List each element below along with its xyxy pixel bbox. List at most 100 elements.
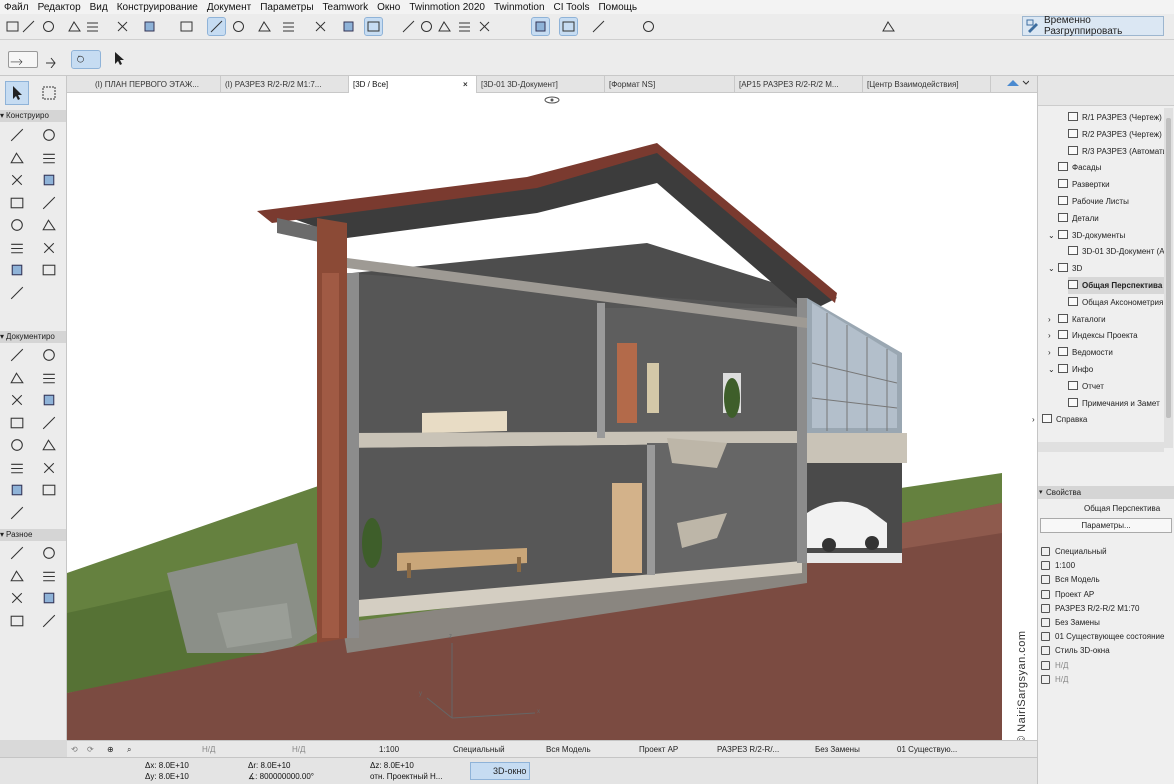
section-marker-icon[interactable] [38,434,60,456]
pick-up-icon[interactable] [40,18,57,35]
redo-icon[interactable] [20,18,37,35]
navigator-item[interactable]: Индексы Проекта [1058,327,1164,344]
menu-item-10[interactable]: CI Tools [554,2,590,13]
level-dimension-icon[interactable] [38,344,60,366]
zone-icon[interactable] [38,259,60,281]
dimension-icon[interactable] [6,344,28,366]
guide-icon[interactable] [256,18,273,35]
zoom-in-icon[interactable]: ⊕ [107,741,114,758]
object-icon[interactable] [6,259,28,281]
arrange-icon[interactable] [280,18,297,35]
elevate-icon[interactable] [456,18,473,35]
rotate-icon[interactable] [418,18,435,35]
hotspot-icon[interactable] [38,587,60,609]
inject-icon[interactable] [66,18,83,35]
status-renovation[interactable]: 01 Существую... [897,741,957,758]
stair-icon[interactable] [6,192,28,214]
measure-icon[interactable] [38,610,60,632]
navigator-item[interactable]: 3D-01 3D-Документ (А [1068,243,1164,260]
property-row[interactable]: 01 Существующее состояние [1038,630,1174,644]
navigator-item[interactable]: Фасады [1058,159,1164,176]
shell-icon[interactable] [6,214,28,236]
tree-toggle-icon[interactable]: ⌄ [1048,227,1056,244]
door-icon[interactable] [6,169,28,191]
detail-icon[interactable] [38,479,60,501]
arrow-tool-icon[interactable] [8,51,38,68]
navigator-item[interactable]: 3D-документы [1058,227,1164,244]
tree-toggle-icon[interactable]: ⌄ [1048,361,1056,378]
column-icon[interactable] [38,124,60,146]
navigator-hscrollbar[interactable] [1038,442,1164,452]
trace-icon[interactable] [178,18,195,35]
tree-toggle-icon[interactable]: › [1048,327,1056,344]
rotate-view-icon[interactable] [71,50,101,69]
parameters-button[interactable]: Параметры... [1040,518,1172,533]
property-row[interactable]: РАЗРЕЗ R/2-R/2 M1:70 [1038,602,1174,616]
tree-toggle-icon[interactable]: › [1048,344,1056,361]
group-icon[interactable] [312,18,329,35]
tab-close-icon[interactable]: × [461,76,475,93]
tab-layout[interactable]: [Формат NS] [605,76,735,93]
tab-collaboration[interactable]: [Центр Взаимодействия] [863,76,991,93]
tab-section-ap15[interactable]: [AP15 РАЗРЕЗ R/2-R/2 M... [735,76,863,93]
magic-wand-icon[interactable] [84,18,101,35]
redo-zoom-icon[interactable]: ⟳ [87,741,94,758]
properties-header[interactable]: ▾ Свойства [1038,486,1174,499]
3d-explore-icon[interactable] [559,17,578,36]
undo-icon[interactable] [4,18,21,35]
navigator-scrollbar[interactable] [1164,108,1173,448]
navigator-item[interactable]: Инфо [1058,361,1164,378]
mesh-icon[interactable] [6,282,28,304]
coord-reference[interactable]: отн. Проектный Н... [370,772,442,781]
drawing-icon[interactable] [6,434,28,456]
tree-toggle-icon[interactable]: › [1032,411,1040,428]
curtain-wall-icon[interactable] [6,237,28,259]
label-icon[interactable] [38,367,60,389]
tab-3d-document[interactable]: [3D-01 3D-Документ] [477,76,605,93]
property-row[interactable]: Стиль 3D-окна [1038,644,1174,658]
navigator-item[interactable]: Общая Аксонометрия [1068,294,1164,311]
menu-item-4[interactable]: Документ [207,2,251,13]
tab-3d-all[interactable]: [3D / Все] [349,76,477,93]
tab-section[interactable]: (I) РАЗРЕЗ R/2-R/2 M1:7... [221,76,349,93]
cut-icon[interactable] [400,18,417,35]
menu-item-9[interactable]: Twinmotion [494,2,545,13]
menu-item-7[interactable]: Окно [377,2,400,13]
status-pen-set[interactable]: Проект АР [639,741,678,758]
radial-dimension-icon[interactable] [38,565,60,587]
text-icon[interactable] [6,367,28,389]
status-scale[interactable]: 1:100 [379,741,399,758]
polyline-icon[interactable] [38,412,60,434]
status-override[interactable]: Без Замены [815,741,860,758]
navigator-item[interactable]: Отчет [1068,378,1164,395]
fill-icon[interactable] [6,389,28,411]
grid-icon[interactable] [230,18,247,35]
undo-zoom-icon[interactable]: ⟲ [71,741,78,758]
cursor-icon[interactable] [110,50,127,67]
mirror-icon[interactable] [436,18,453,35]
morph-icon[interactable] [38,237,60,259]
beam-icon[interactable] [6,147,28,169]
menu-item-1[interactable]: Редактор [38,2,81,13]
property-row[interactable]: Специальный [1038,545,1174,559]
navigator-item[interactable]: Примечания и Замет [1068,395,1164,412]
window-icon[interactable] [38,147,60,169]
tree-toggle-icon[interactable]: ⌄ [1048,260,1056,277]
menu-item-0[interactable]: Файл [4,2,29,13]
3d-window-button[interactable]: 3D-окно [470,762,530,780]
worksheet-icon[interactable] [6,479,28,501]
menu-item-6[interactable]: Teamwork [323,2,369,13]
navigator-item[interactable]: Ведомости [1058,344,1164,361]
wall-icon[interactable] [6,124,28,146]
change-icon[interactable] [6,502,28,524]
camera-icon[interactable] [6,542,28,564]
navigator-item[interactable]: 3D [1058,260,1164,277]
status-model-view[interactable]: Вся Модель [546,741,591,758]
arrow-select-icon[interactable] [5,81,29,105]
menu-item-2[interactable]: Вид [90,2,108,13]
roof-icon[interactable] [38,192,60,214]
marquee-icon[interactable] [38,82,60,104]
navigator-item[interactable]: Каталоги [1058,311,1164,328]
status-dimension[interactable]: РАЗРЕЗ R/2-R/... [717,741,779,758]
navigator-item[interactable]: Общая Перспектива [1068,277,1164,294]
